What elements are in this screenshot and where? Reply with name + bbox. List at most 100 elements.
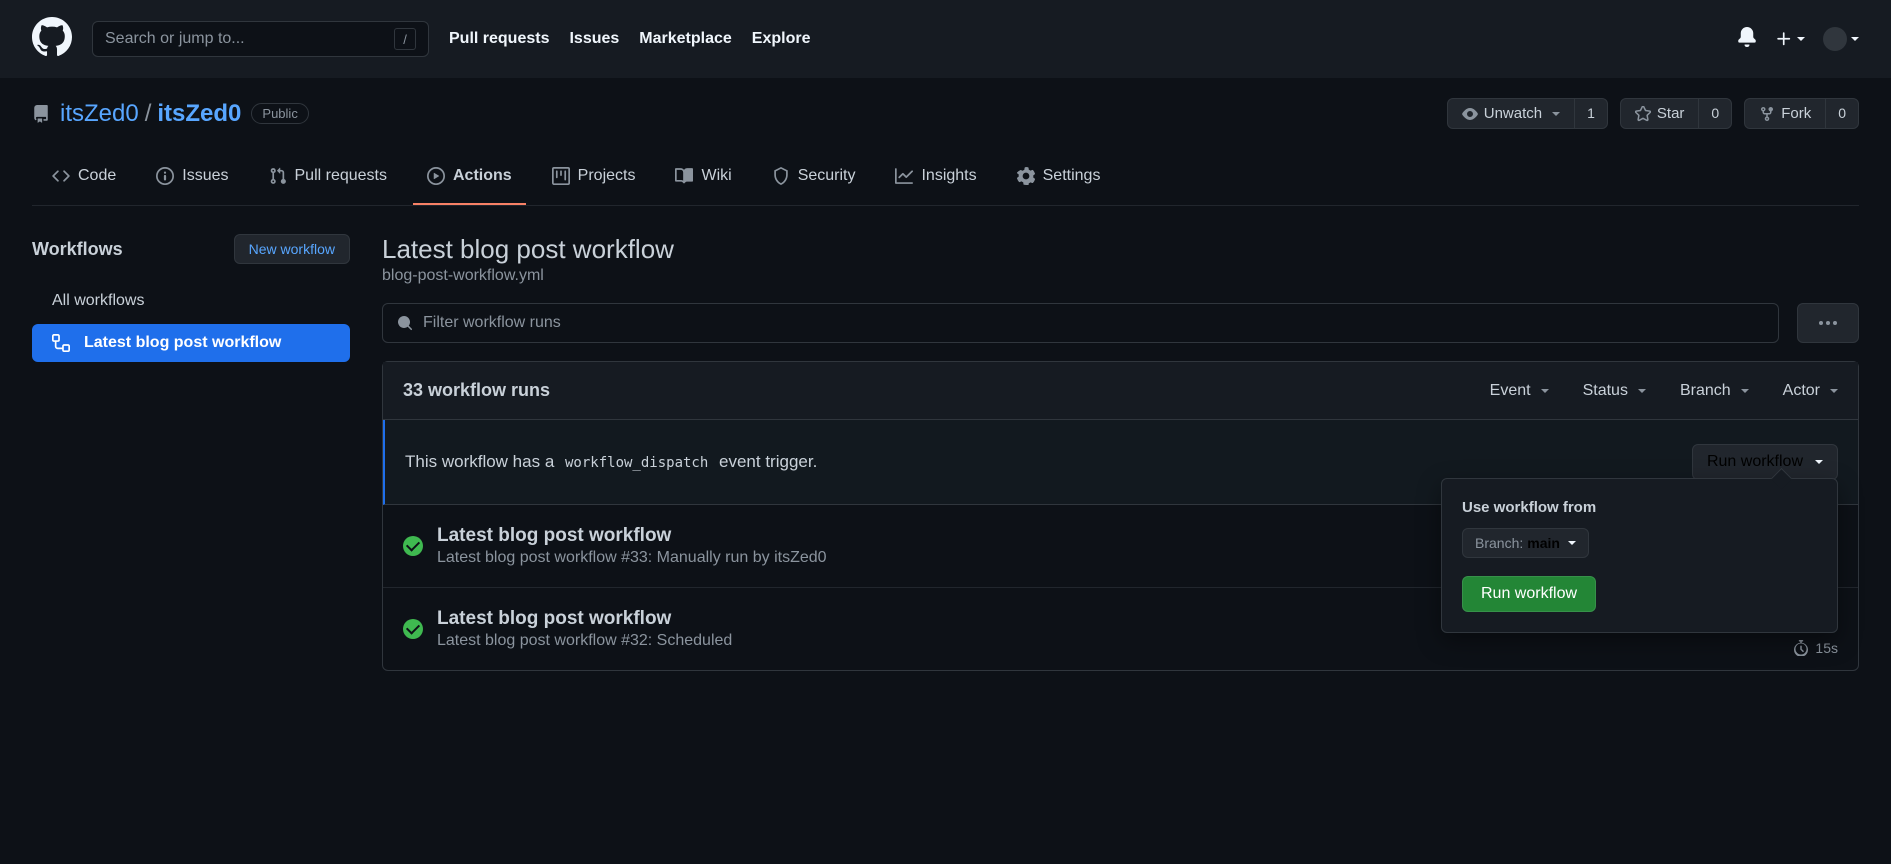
fork-count[interactable]: 0 — [1825, 99, 1858, 128]
filter-actor[interactable]: Actor — [1783, 382, 1838, 400]
run-workflow-popup: Use workflow from Branch: main Run workf… — [1441, 478, 1838, 633]
branch-select[interactable]: Branch: main — [1462, 528, 1589, 558]
watch-count[interactable]: 1 — [1574, 99, 1607, 128]
runs-panel: 33 workflow runs Event Status Branch Act… — [382, 361, 1859, 671]
run-meta: Latest blog post workflow #32: Scheduled — [437, 632, 1838, 650]
header-right — [1737, 27, 1859, 52]
global-header: / Pull requests Issues Marketplace Explo… — [0, 0, 1891, 78]
sidebar-item-all-workflows[interactable]: All workflows — [32, 282, 350, 320]
create-new-dropdown[interactable] — [1775, 30, 1805, 48]
run-duration: 15s — [1793, 640, 1838, 656]
more-options-button[interactable] — [1797, 303, 1859, 343]
nav-marketplace[interactable]: Marketplace — [639, 30, 732, 48]
caret-down-icon — [1830, 389, 1838, 393]
global-nav: Pull requests Issues Marketplace Explore — [449, 30, 810, 48]
new-workflow-button[interactable]: New workflow — [234, 234, 350, 264]
run-workflow-dropdown[interactable]: Run workflow — [1692, 444, 1838, 480]
fork-button-group: Fork 0 — [1744, 98, 1859, 129]
graph-icon — [895, 167, 913, 185]
main-content: Workflows New workflow All workflows Lat… — [0, 206, 1891, 699]
code-icon — [52, 167, 70, 185]
unwatch-button[interactable]: Unwatch — [1448, 99, 1574, 128]
runs-filter-dropdowns: Event Status Branch Actor — [1490, 382, 1838, 400]
workflow-dispatch-banner: This workflow has a workflow_dispatch ev… — [383, 420, 1858, 505]
star-icon — [1635, 106, 1651, 122]
runs-count: 33 workflow runs — [403, 380, 550, 401]
run-workflow-button[interactable]: Run workflow — [1462, 576, 1596, 612]
github-logo[interactable] — [32, 17, 72, 62]
repo-icon — [32, 105, 50, 123]
stopwatch-icon — [1793, 640, 1809, 656]
workflow-content: Latest blog post workflow blog-post-work… — [382, 234, 1859, 671]
page-title: Latest blog post workflow — [382, 234, 1859, 265]
tab-projects[interactable]: Projects — [538, 157, 650, 205]
sidebar-item-label: All workflows — [52, 292, 144, 310]
book-icon — [675, 167, 693, 185]
plus-icon — [1775, 30, 1793, 48]
pr-icon — [269, 167, 287, 185]
search-input[interactable] — [105, 30, 394, 48]
repo-name-link[interactable]: itsZed0 — [157, 100, 241, 128]
tab-pull-requests[interactable]: Pull requests — [255, 157, 402, 205]
unwatch-label: Unwatch — [1484, 105, 1542, 122]
workflows-sidebar: Workflows New workflow All workflows Lat… — [32, 234, 350, 671]
gear-icon — [1017, 167, 1035, 185]
tab-issues[interactable]: Issues — [142, 157, 242, 205]
issue-icon — [156, 167, 174, 185]
branch-label: Branch: — [1475, 535, 1523, 551]
caret-down-icon — [1568, 541, 1576, 545]
workflow-icon — [52, 334, 70, 352]
star-count[interactable]: 0 — [1698, 99, 1731, 128]
repo-actions: Unwatch 1 Star 0 Fork 0 — [1447, 98, 1859, 129]
star-button[interactable]: Star — [1621, 99, 1699, 128]
status-success-icon — [403, 536, 423, 556]
dispatch-text: This workflow has a workflow_dispatch ev… — [405, 452, 817, 472]
filter-branch[interactable]: Branch — [1680, 382, 1749, 400]
nav-pull-requests[interactable]: Pull requests — [449, 30, 549, 48]
nav-explore[interactable]: Explore — [752, 30, 811, 48]
caret-down-icon — [1851, 37, 1859, 41]
repo-tabs: Code Issues Pull requests Actions Projec… — [32, 157, 1859, 206]
caret-down-icon — [1638, 389, 1646, 393]
kebab-dot — [1826, 321, 1830, 325]
sidebar-item-latest-blog-post[interactable]: Latest blog post workflow — [32, 324, 350, 362]
kebab-dot — [1819, 321, 1823, 325]
play-icon — [427, 167, 445, 185]
notifications-icon[interactable] — [1737, 27, 1757, 52]
filter-runs-input-wrap[interactable] — [382, 303, 1779, 343]
star-label: Star — [1657, 105, 1685, 122]
visibility-badge: Public — [251, 103, 308, 124]
sidebar-header: Workflows New workflow — [32, 234, 350, 264]
eye-icon — [1462, 106, 1478, 122]
tab-security[interactable]: Security — [758, 157, 870, 205]
filter-event[interactable]: Event — [1490, 382, 1549, 400]
repo-owner-link[interactable]: itsZed0 — [60, 100, 139, 128]
avatar — [1823, 27, 1847, 51]
breadcrumb: itsZed0 / itsZed0 — [60, 100, 241, 128]
caret-down-icon — [1552, 112, 1560, 116]
tab-actions[interactable]: Actions — [413, 157, 526, 205]
caret-down-icon — [1797, 37, 1805, 41]
tab-code[interactable]: Code — [38, 157, 130, 205]
nav-issues[interactable]: Issues — [569, 30, 619, 48]
caret-down-icon — [1741, 389, 1749, 393]
kebab-dot — [1833, 321, 1837, 325]
branch-value: main — [1527, 535, 1560, 551]
tab-settings[interactable]: Settings — [1003, 157, 1115, 205]
tab-insights[interactable]: Insights — [881, 157, 990, 205]
fork-label: Fork — [1781, 105, 1811, 122]
search-icon — [397, 315, 413, 331]
caret-down-icon — [1541, 389, 1549, 393]
status-success-icon — [403, 619, 423, 639]
star-button-group: Star 0 — [1620, 98, 1732, 129]
breadcrumb-separator: / — [145, 100, 152, 128]
fork-icon — [1759, 106, 1775, 122]
tab-wiki[interactable]: Wiki — [661, 157, 745, 205]
repo-header: itsZed0 / itsZed0 Public Unwatch 1 Star … — [0, 78, 1891, 206]
global-search[interactable]: / — [92, 21, 429, 57]
workflow-file-name: blog-post-workflow.yml — [382, 267, 1859, 285]
filter-runs-input[interactable] — [423, 314, 1764, 332]
fork-button[interactable]: Fork — [1745, 99, 1825, 128]
user-menu[interactable] — [1823, 27, 1859, 51]
filter-status[interactable]: Status — [1583, 382, 1646, 400]
